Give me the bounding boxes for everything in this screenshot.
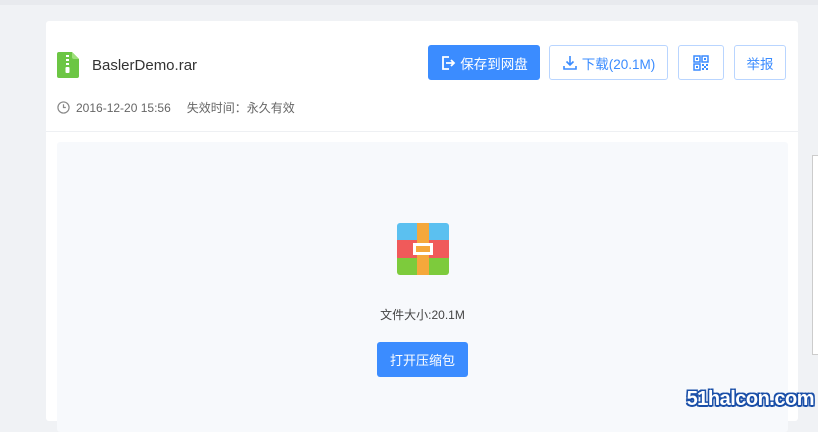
- save-icon: [440, 55, 456, 71]
- divider: [46, 131, 798, 132]
- upload-date: 2016-12-20 15:56: [76, 101, 171, 115]
- expiry-text: 失效时间：永久有效: [187, 99, 295, 116]
- archive-package-icon: [397, 223, 449, 275]
- qr-code-button[interactable]: [678, 45, 724, 80]
- open-archive-label: 打开压缩包: [390, 350, 455, 369]
- open-archive-button[interactable]: 打开压缩包: [377, 342, 468, 377]
- file-card: BaslerDemo.rar 保存到网盘 下载(20.1M): [46, 21, 798, 421]
- side-panel-edge: [812, 155, 818, 355]
- top-border: [0, 0, 818, 5]
- download-icon: [562, 55, 578, 71]
- file-size-text: 文件大小:20.1M: [57, 306, 788, 323]
- clock-icon: [57, 101, 70, 114]
- save-label: 保存到网盘: [460, 53, 528, 73]
- report-button[interactable]: 举报: [734, 45, 786, 80]
- watermark: 51halcon.com: [687, 388, 814, 411]
- archive-preview: 文件大小:20.1M 打开压缩包: [57, 142, 788, 432]
- file-meta: 2016-12-20 15:56 失效时间：永久有效: [57, 99, 295, 116]
- report-label: 举报: [747, 53, 774, 73]
- archive-file-icon: [57, 52, 79, 78]
- save-to-drive-button[interactable]: 保存到网盘: [428, 45, 540, 80]
- qr-code-icon: [693, 55, 709, 71]
- file-name: BaslerDemo.rar: [92, 57, 197, 74]
- download-button[interactable]: 下载(20.1M): [549, 45, 668, 80]
- download-label: 下载(20.1M): [582, 53, 656, 73]
